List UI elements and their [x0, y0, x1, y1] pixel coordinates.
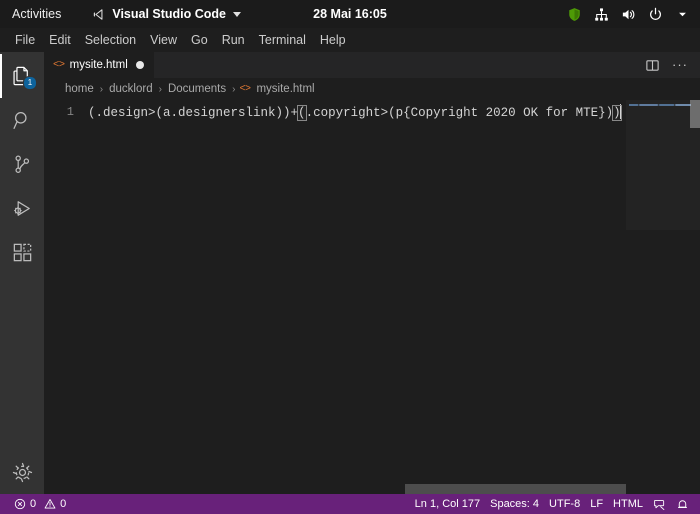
- activities-button[interactable]: Activities: [0, 0, 73, 28]
- cursor-position[interactable]: Ln 1, Col 177: [410, 494, 485, 514]
- workbench: 1 <> mysite.html ··· home › ducklord › D…: [0, 52, 700, 494]
- notifications-bell-icon: [676, 498, 689, 511]
- text-cursor: [619, 104, 622, 119]
- code-segment-start: (.design>(a.designerslink))+: [88, 106, 299, 120]
- chevron-down-icon: [233, 11, 241, 17]
- split-editor-icon[interactable]: [644, 57, 660, 73]
- minimap-code-line: [629, 104, 691, 106]
- feedback-button[interactable]: [648, 494, 671, 514]
- minimap-slider[interactable]: [626, 100, 700, 230]
- breadcrumb-item-ducklord[interactable]: ducklord: [107, 83, 154, 95]
- editor-tabs: <> mysite.html ···: [44, 52, 700, 78]
- power-icon[interactable]: [647, 6, 663, 22]
- sidebar-item-extensions[interactable]: [0, 230, 44, 274]
- vscode-logo-icon: [93, 8, 106, 21]
- language-mode[interactable]: HTML: [608, 494, 648, 514]
- scrollbar-thumb[interactable]: [405, 484, 626, 494]
- breadcrumb-item-home[interactable]: home: [63, 83, 96, 95]
- unsaved-indicator-icon[interactable]: [135, 61, 144, 69]
- menu-selection[interactable]: Selection: [78, 29, 143, 51]
- html-file-icon: <>: [53, 59, 65, 71]
- line-number-gutter: 1: [44, 100, 88, 494]
- volume-icon[interactable]: [620, 6, 636, 22]
- code-segment-middle: .copyright>(p{Copyright 2020 OK for MTE}…: [305, 106, 614, 120]
- gear-icon: [11, 461, 34, 484]
- activity-bar: 1: [0, 52, 44, 494]
- tab-mysite-html[interactable]: <> mysite.html: [44, 52, 155, 78]
- network-icon[interactable]: [593, 6, 609, 22]
- breadcrumb: home › ducklord › Documents › <> mysite.…: [44, 78, 700, 100]
- status-bar: 0 0 Ln 1, Col 177 Spaces: 4 UTF-8 LF HTM…: [0, 494, 700, 514]
- editor-vertical-scrollbar[interactable]: [690, 100, 700, 128]
- app-menu-label: Visual Studio Code: [112, 7, 226, 21]
- line-number: 1: [66, 105, 74, 119]
- warning-icon: [43, 498, 56, 511]
- run-debug-icon: [11, 197, 34, 220]
- status-problems[interactable]: 0 0: [8, 494, 71, 514]
- editor-actions: ···: [644, 52, 700, 78]
- feedback-icon: [653, 498, 666, 511]
- explorer-badge: 1: [23, 76, 37, 90]
- chevron-down-icon[interactable]: [674, 6, 690, 22]
- breadcrumb-item-mysite-html[interactable]: mysite.html: [254, 83, 316, 95]
- source-control-icon: [11, 153, 34, 176]
- menu-go[interactable]: Go: [184, 29, 215, 51]
- menu-edit[interactable]: Edit: [42, 29, 78, 51]
- minimap[interactable]: [626, 100, 700, 494]
- code-line-1[interactable]: (.design>(a.designerslink))+(.copyright>…: [88, 104, 622, 123]
- encoding-setting[interactable]: UTF-8: [544, 494, 585, 514]
- clock-label: 28 Mai 16:05: [313, 7, 387, 21]
- code-editor[interactable]: 1 (.design>(a.designerslink))+(.copyrigh…: [44, 100, 700, 494]
- editor-horizontal-scrollbar[interactable]: [44, 484, 700, 494]
- menu-view[interactable]: View: [143, 29, 184, 51]
- notifications-button[interactable]: [671, 494, 694, 514]
- vscode-desktop-screenshot: Activities Visual Studio Code 28 Mai 16:…: [0, 0, 700, 514]
- extensions-icon: [11, 241, 34, 264]
- manage-settings-button[interactable]: [0, 450, 44, 494]
- breadcrumb-separator-icon: ›: [232, 83, 236, 95]
- indentation-setting[interactable]: Spaces: 4: [485, 494, 544, 514]
- more-actions-icon[interactable]: ···: [672, 58, 688, 71]
- html-file-icon: <>: [239, 83, 251, 95]
- menu-terminal[interactable]: Terminal: [252, 29, 313, 51]
- sidebar-item-explorer[interactable]: 1: [0, 54, 44, 98]
- system-tray: [566, 6, 700, 22]
- menu-bar: File Edit Selection View Go Run Terminal…: [0, 28, 700, 52]
- code-content[interactable]: (.design>(a.designerslink))+(.copyright>…: [88, 100, 626, 494]
- menu-file[interactable]: File: [8, 29, 42, 51]
- sidebar-item-source-control[interactable]: [0, 142, 44, 186]
- bracket-match-open: (: [297, 105, 307, 121]
- shield-icon[interactable]: [566, 6, 582, 22]
- error-count: 0: [30, 498, 37, 510]
- menu-run[interactable]: Run: [215, 29, 252, 51]
- editor-group: <> mysite.html ··· home › ducklord › Doc…: [44, 52, 700, 494]
- sidebar-item-run-debug[interactable]: [0, 186, 44, 230]
- breadcrumb-item-documents[interactable]: Documents: [166, 83, 228, 95]
- breadcrumb-separator-icon: ›: [158, 83, 162, 95]
- line-endings-setting[interactable]: LF: [585, 494, 608, 514]
- warning-count: 0: [60, 498, 67, 510]
- app-menu-button[interactable]: Visual Studio Code: [93, 7, 241, 21]
- search-icon: [11, 109, 34, 132]
- sidebar-item-search[interactable]: [0, 98, 44, 142]
- tab-label: mysite.html: [69, 59, 128, 71]
- error-icon: [13, 498, 26, 511]
- breadcrumb-separator-icon: ›: [99, 83, 104, 95]
- menu-help[interactable]: Help: [313, 29, 353, 51]
- gnome-top-bar: Activities Visual Studio Code 28 Mai 16:…: [0, 0, 700, 28]
- status-bar-right: Ln 1, Col 177 Spaces: 4 UTF-8 LF HTML: [410, 494, 694, 514]
